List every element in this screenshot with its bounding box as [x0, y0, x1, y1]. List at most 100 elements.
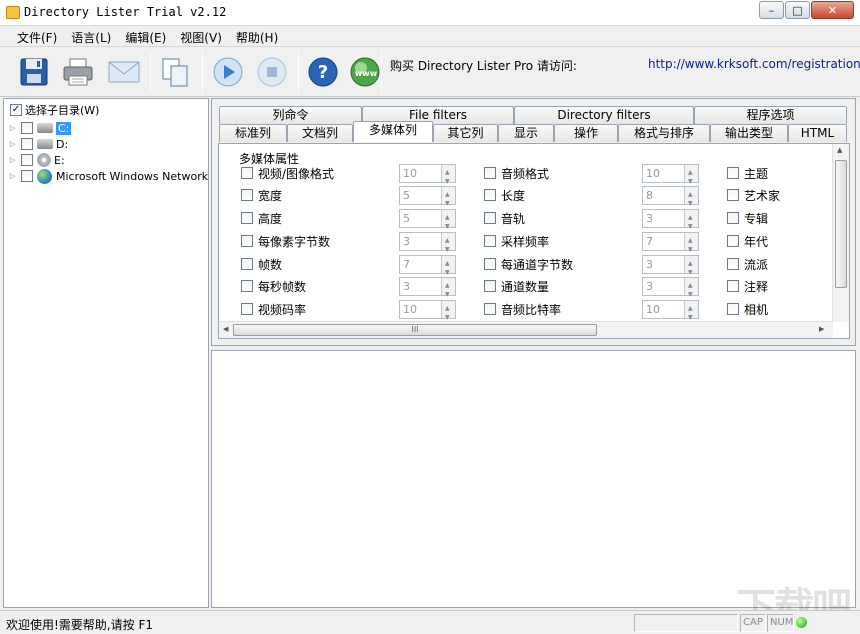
expand-icon[interactable]: ▷: [10, 124, 19, 132]
menu-language[interactable]: 语言(L): [64, 26, 118, 46]
menu-view[interactable]: 视图(V): [173, 26, 229, 46]
width-spinner[interactable]: 5: [399, 186, 456, 205]
width-spinner[interactable]: 7: [399, 255, 456, 274]
option-checkbox[interactable]: [727, 189, 739, 201]
option-checkbox[interactable]: [484, 258, 496, 270]
tree-item-network[interactable]: ▷ Microsoft Windows Network: [10, 168, 208, 184]
width-spinner[interactable]: 10: [642, 164, 699, 183]
tree-checkbox[interactable]: [21, 154, 33, 166]
spinner-arrows-icon[interactable]: [684, 210, 698, 227]
print-button[interactable]: [60, 54, 96, 90]
option-width[interactable]: 宽度: [241, 186, 282, 204]
spinner-arrows-icon[interactable]: [684, 165, 698, 182]
spinner-arrows-icon[interactable]: [441, 301, 455, 318]
tree-item-c[interactable]: ▷ C:: [10, 120, 71, 136]
spinner-arrows-icon[interactable]: [441, 210, 455, 227]
horizontal-scrollbar[interactable]: ◀ III ▶: [219, 321, 833, 338]
select-subdirs-checkbox[interactable]: [10, 104, 22, 116]
option-length[interactable]: 长度: [484, 186, 525, 204]
spinner-arrows-icon[interactable]: [684, 301, 698, 318]
width-spinner[interactable]: 3: [399, 277, 456, 296]
option-checkbox[interactable]: [241, 280, 253, 292]
spinner-arrows-icon[interactable]: [441, 256, 455, 273]
width-spinner[interactable]: 10: [399, 300, 456, 319]
tree-checkbox[interactable]: [21, 138, 33, 150]
width-spinner[interactable]: 3: [399, 232, 456, 251]
option-camera[interactable]: 相机: [727, 300, 768, 318]
option-video-format[interactable]: 视频/图像格式: [241, 164, 334, 182]
option-checkbox[interactable]: [484, 235, 496, 247]
mail-button[interactable]: [106, 54, 142, 90]
tab-media-columns[interactable]: 多媒体列: [353, 121, 433, 142]
option-audio-format[interactable]: 音频格式: [484, 164, 549, 182]
width-spinner[interactable]: 3: [642, 255, 699, 274]
option-bytes-per-pixel[interactable]: 每像素字节数: [241, 232, 330, 250]
tab-other-columns[interactable]: 其它列: [433, 124, 498, 142]
menu-help[interactable]: 帮助(H): [229, 26, 285, 46]
start-button[interactable]: [210, 54, 246, 90]
width-spinner[interactable]: 3: [642, 209, 699, 228]
tree-checkbox[interactable]: [21, 170, 33, 182]
website-button[interactable]: www: [347, 54, 383, 90]
tab-format-sort[interactable]: 格式与排序: [618, 124, 710, 142]
tree-item-e[interactable]: ▷ E:: [10, 152, 65, 168]
option-checkbox[interactable]: [727, 303, 739, 315]
option-checkbox[interactable]: [727, 280, 739, 292]
width-spinner[interactable]: 10: [399, 164, 456, 183]
option-checkbox[interactable]: [484, 167, 496, 179]
tab-program-options[interactable]: 程序选项: [694, 106, 847, 124]
scroll-right-icon[interactable]: ▶: [819, 325, 824, 333]
option-checkbox[interactable]: [241, 212, 253, 224]
tree-item-d[interactable]: ▷ D:: [10, 136, 68, 152]
width-spinner[interactable]: 8: [642, 186, 699, 205]
option-video-bitrate[interactable]: 视频码率: [241, 300, 306, 318]
menu-file[interactable]: 文件(F): [10, 26, 64, 46]
option-channel-count[interactable]: 通道数量: [484, 277, 549, 295]
tree-checkbox[interactable]: [21, 122, 33, 134]
option-checkbox[interactable]: [241, 235, 253, 247]
option-audio-bitrate[interactable]: 音频比特率: [484, 300, 561, 318]
option-genre[interactable]: 流派: [727, 255, 768, 273]
option-bytes-per-channel[interactable]: 每通道字节数: [484, 255, 573, 273]
option-height[interactable]: 高度: [241, 209, 282, 227]
close-button[interactable]: ✕: [811, 1, 854, 19]
option-subject[interactable]: 主题: [727, 164, 768, 182]
save-button[interactable]: [16, 54, 52, 90]
option-frame-count[interactable]: 帧数: [241, 255, 282, 273]
spinner-arrows-icon[interactable]: [684, 256, 698, 273]
maximize-button[interactable]: □: [785, 1, 810, 19]
option-checkbox[interactable]: [241, 167, 253, 179]
width-spinner[interactable]: 3: [642, 277, 699, 296]
spinner-arrows-icon[interactable]: [684, 187, 698, 204]
option-checkbox[interactable]: [484, 212, 496, 224]
width-spinner[interactable]: 10: [642, 300, 699, 319]
option-year[interactable]: 年代: [727, 232, 768, 250]
option-checkbox[interactable]: [727, 235, 739, 247]
tab-directory-filters[interactable]: Directory filters: [514, 106, 694, 124]
tab-standard-columns[interactable]: 标准列: [219, 124, 287, 142]
option-checkbox[interactable]: [484, 280, 496, 292]
option-checkbox[interactable]: [727, 258, 739, 270]
option-frames-per-second[interactable]: 每秒帧数: [241, 277, 306, 295]
tab-operations[interactable]: 操作: [554, 124, 618, 142]
tab-column-commands[interactable]: 列命令: [219, 106, 362, 124]
vertical-scroll-thumb[interactable]: [835, 160, 847, 288]
registration-link[interactable]: http://www.krksoft.com/registration.php: [648, 57, 860, 71]
select-subdirs-row[interactable]: 选择子目录(W): [10, 102, 99, 118]
option-track[interactable]: 音轨: [484, 209, 525, 227]
option-album[interactable]: 专辑: [727, 209, 768, 227]
option-checkbox[interactable]: [484, 189, 496, 201]
help-button[interactable]: ?: [305, 54, 341, 90]
scroll-left-icon[interactable]: ◀: [223, 325, 228, 333]
option-checkbox[interactable]: [727, 212, 739, 224]
tab-display[interactable]: 显示: [498, 124, 554, 142]
tab-html[interactable]: HTML: [788, 124, 847, 142]
horizontal-scroll-thumb[interactable]: III: [233, 324, 597, 336]
output-area[interactable]: [211, 350, 856, 608]
menu-edit[interactable]: 编辑(E): [118, 26, 173, 46]
option-artist[interactable]: 艺术家: [727, 186, 780, 204]
spinner-arrows-icon[interactable]: [441, 278, 455, 295]
expand-icon[interactable]: ▷: [10, 156, 19, 164]
vertical-scrollbar[interactable]: ▲: [832, 144, 849, 322]
stop-button[interactable]: [254, 54, 290, 90]
